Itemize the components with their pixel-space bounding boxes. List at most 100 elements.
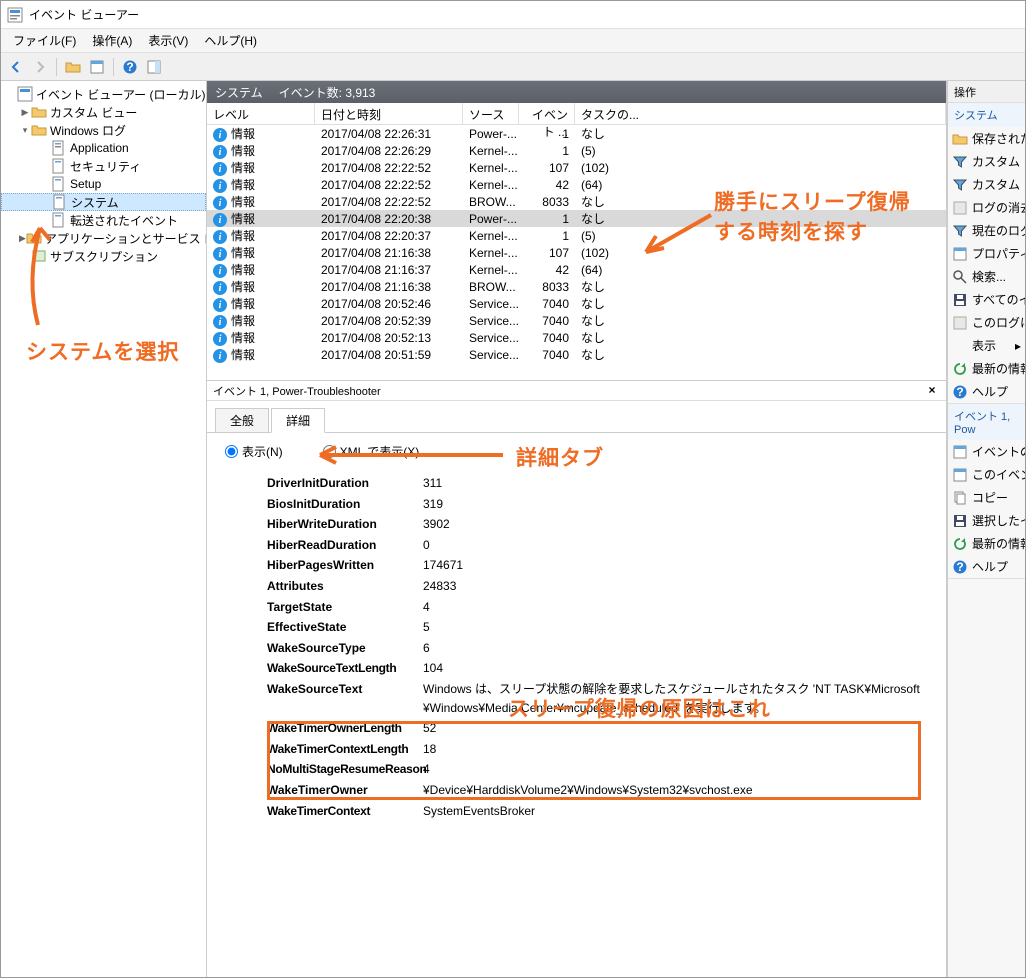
event-grid[interactable]: レベル 日付と時刻 ソース イベント ... タスクの... i情報2017/0… <box>207 103 946 381</box>
prop-row: WakeTimerOwnerLength52 <box>267 719 926 738</box>
action-item[interactable]: カスタム ビ <box>948 173 1025 196</box>
prop-row: WakeSourceType6 <box>267 639 926 658</box>
table-row[interactable]: i情報2017/04/08 22:22:52BROW...8033なし <box>207 193 946 210</box>
tree-subscription[interactable]: サブスクリプション <box>1 247 206 265</box>
table-row[interactable]: i情報2017/04/08 21:16:38BROW...8033なし <box>207 278 946 295</box>
action-icon <box>952 361 968 377</box>
tree-custom-view[interactable]: ▶カスタム ビュー <box>1 103 206 121</box>
action-item[interactable]: コピー <box>948 486 1025 509</box>
radio-xml[interactable]: XML で表示(X) <box>323 443 420 460</box>
tree-item-system[interactable]: システム <box>1 193 206 211</box>
toolbar-help[interactable]: ? <box>119 56 141 78</box>
main-content: イベント ビューアー (ローカル) ▶カスタム ビュー ▾Windows ログ … <box>1 81 1025 977</box>
menubar: ファイル(F) 操作(A) 表示(V) ヘルプ(H) <box>1 29 1025 53</box>
action-item[interactable]: 現在のログ <box>948 219 1025 242</box>
table-row[interactable]: i情報2017/04/08 22:26:29Kernel-...1(5) <box>207 142 946 159</box>
table-row[interactable]: i情報2017/04/08 22:20:38Power-...1なし <box>207 210 946 227</box>
tree-item-forwarded[interactable]: 転送されたイベント <box>1 211 206 229</box>
action-item[interactable]: カスタム ビ <box>948 150 1025 173</box>
tree-item-setup[interactable]: Setup <box>1 175 206 193</box>
detail-close-button[interactable]: × <box>924 383 940 399</box>
back-button[interactable] <box>5 56 27 78</box>
action-item[interactable]: 検索... <box>948 265 1025 288</box>
info-icon: i <box>213 128 227 142</box>
action-item[interactable]: すべてのイ <box>948 288 1025 311</box>
action-item[interactable]: 保存された <box>948 127 1025 150</box>
tree-panel[interactable]: イベント ビューアー (ローカル) ▶カスタム ビュー ▾Windows ログ … <box>1 81 207 977</box>
event-list-header: システム イベント数: 3,913 <box>207 81 946 103</box>
table-row[interactable]: i情報2017/04/08 22:22:52Kernel-...107(102) <box>207 159 946 176</box>
table-row[interactable]: i情報2017/04/08 21:16:38Kernel-...107(102) <box>207 244 946 261</box>
radio-friendly[interactable]: 表示(N) <box>225 443 283 460</box>
toolbar-folder[interactable] <box>62 56 84 78</box>
action-item[interactable]: イベントの <box>948 440 1025 463</box>
detail-properties[interactable]: DriverInitDuration311BiosInitDuration319… <box>207 470 946 977</box>
info-icon: i <box>213 179 227 193</box>
action-item[interactable]: このイベント <box>948 463 1025 486</box>
action-icon <box>952 269 968 285</box>
tree-item-security[interactable]: セキュリティ <box>1 157 206 175</box>
table-row[interactable]: i情報2017/04/08 20:51:59Service...7040なし <box>207 346 946 363</box>
prop-row: DriverInitDuration311 <box>267 474 926 493</box>
toolbar-panel[interactable] <box>143 56 165 78</box>
col-task[interactable]: タスクの... <box>575 103 946 124</box>
action-item[interactable]: ログの消去 <box>948 196 1025 219</box>
col-level[interactable]: レベル <box>207 103 315 124</box>
forward-button[interactable] <box>29 56 51 78</box>
action-item[interactable]: ?ヘルプ <box>948 555 1025 578</box>
action-view[interactable]: 表示▸ <box>948 334 1025 357</box>
event-viewer-window: イベント ビューアー ファイル(F) 操作(A) 表示(V) ヘルプ(H) ? … <box>0 0 1026 978</box>
prop-row: WakeTimerOwner¥Device¥HarddiskVolume2¥Wi… <box>267 781 926 800</box>
tree-root[interactable]: イベント ビューアー (ローカル) <box>1 85 206 103</box>
tree-app-services[interactable]: ▶アプリケーションとサービス ログ <box>1 229 206 247</box>
action-item[interactable]: 最新の情報 <box>948 532 1025 555</box>
table-row[interactable]: i情報2017/04/08 22:20:37Kernel-...1(5) <box>207 227 946 244</box>
prop-row: EffectiveState5 <box>267 618 926 637</box>
grid-header[interactable]: レベル 日付と時刻 ソース イベント ... タスクの... <box>207 103 946 125</box>
table-row[interactable]: i情報2017/04/08 20:52:39Service...7040なし <box>207 312 946 329</box>
action-item[interactable]: このログに <box>948 311 1025 334</box>
action-item[interactable]: ?ヘルプ <box>948 380 1025 403</box>
table-row[interactable]: i情報2017/04/08 22:22:52Kernel-...42(64) <box>207 176 946 193</box>
info-icon: i <box>213 247 227 261</box>
prop-row: TargetState4 <box>267 598 926 617</box>
menu-action[interactable]: 操作(A) <box>84 30 140 51</box>
action-icon <box>952 467 968 483</box>
tree-item-application[interactable]: Application <box>1 139 206 157</box>
action-icon <box>952 292 968 308</box>
info-icon: i <box>213 230 227 244</box>
table-row[interactable]: i情報2017/04/08 22:26:31Power-...1なし <box>207 125 946 142</box>
table-row[interactable]: i情報2017/04/08 21:16:37Kernel-...42(64) <box>207 261 946 278</box>
prop-row: WakeTimerContextSystemEventsBroker <box>267 802 926 821</box>
prop-row: HiberWriteDuration3902 <box>267 515 926 534</box>
action-icon <box>952 154 968 170</box>
info-icon: i <box>213 298 227 312</box>
col-eventid[interactable]: イベント ... <box>519 103 575 124</box>
prop-row: Attributes24833 <box>267 577 926 596</box>
menu-file[interactable]: ファイル(F) <box>5 30 84 51</box>
info-icon: i <box>213 315 227 329</box>
action-icon <box>952 223 968 239</box>
titlebar: イベント ビューアー <box>1 1 1025 29</box>
prop-row: NoMultiStageResumeReason4 <box>267 760 926 779</box>
toolbar-props[interactable] <box>86 56 108 78</box>
tab-general[interactable]: 全般 <box>215 408 269 433</box>
app-icon <box>7 7 23 23</box>
action-item[interactable]: プロパティ <box>948 242 1025 265</box>
table-row[interactable]: i情報2017/04/08 20:52:46Service...7040なし <box>207 295 946 312</box>
action-sec-event: イベント 1, Pow イベントのこのイベントコピー選択したイ最新の情報?ヘルプ <box>948 404 1025 579</box>
menu-help[interactable]: ヘルプ(H) <box>196 30 265 51</box>
action-icon <box>952 536 968 552</box>
col-date[interactable]: 日付と時刻 <box>315 103 463 124</box>
action-item[interactable]: 選択したイ <box>948 509 1025 532</box>
menu-view[interactable]: 表示(V) <box>140 30 196 51</box>
info-icon: i <box>213 162 227 176</box>
action-item[interactable]: 最新の情報 <box>948 357 1025 380</box>
tab-detail[interactable]: 詳細 <box>271 408 325 433</box>
prop-row: WakeTimerContextLength18 <box>267 740 926 759</box>
action-icon <box>952 444 968 460</box>
tree-windows-log[interactable]: ▾Windows ログ <box>1 121 206 139</box>
toolbar: ? <box>1 53 1025 81</box>
col-source[interactable]: ソース <box>463 103 519 124</box>
table-row[interactable]: i情報2017/04/08 20:52:13Service...7040なし <box>207 329 946 346</box>
